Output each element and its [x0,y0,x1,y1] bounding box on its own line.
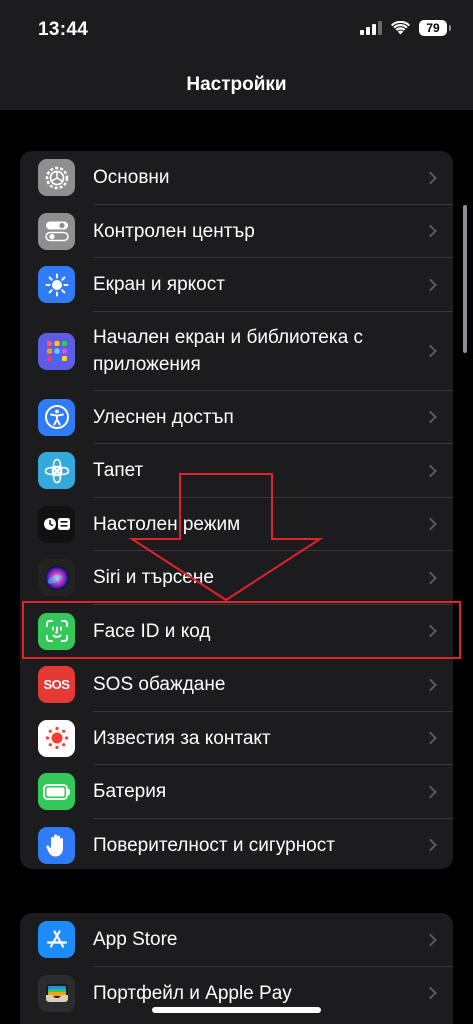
settings-row-control-center[interactable]: Контролен център [20,205,453,258]
sun-icon [38,266,75,304]
face-id-icon [38,612,75,650]
wallet-icon [38,974,75,1012]
sos-icon: SOS [38,666,75,704]
settings-row-label: Поверителност и сигурност [93,834,335,856]
settings-row-label: Face ID и код [93,620,211,642]
settings-row-face-id-passcode[interactable]: Face ID и код [20,605,453,658]
settings-row-label: Начален екран и библиотека с приложения [93,327,363,375]
scroll-indicator[interactable] [463,205,467,353]
settings-row-battery[interactable]: Батерия [20,765,453,819]
status-bar: 13:44 79 [0,0,473,60]
accessibility-icon [38,398,75,436]
exposure-icon [38,719,75,757]
settings-row-label: App Store [93,929,178,951]
battery-indicator: 79 [419,20,451,36]
settings-row-label: Батерия [93,781,167,803]
status-indicators: 79 [360,20,451,36]
navigation-bar: Настройки [0,60,473,110]
status-time: 13:44 [38,19,89,40]
page-title: Настройки [186,74,287,95]
hand-icon [38,826,75,864]
settings-row-label: Улеснен достъп [93,406,234,428]
settings-row-accessibility[interactable]: Улеснен достъп [20,391,453,444]
settings-row-display-brightness[interactable]: Екран и яркост [20,258,453,312]
siri-icon [38,559,75,597]
settings-row-siri-search[interactable]: Siri и търсене [20,551,453,605]
settings-row-label: Контролен център [93,220,255,242]
settings-row-label: SOS обаждане [93,674,226,696]
settings-row-wallpaper[interactable]: Тапет [20,444,453,498]
settings-row-exposure-notifications[interactable]: Известия за контакт [20,712,453,765]
settings-row-app-store[interactable]: App Store [20,913,453,967]
settings-row-privacy-security[interactable]: Поверителност и сигурност [20,819,453,870]
settings-row-label: Настолен режим [93,513,241,535]
settings-row-label: Портфейл и Apple Pay [93,982,292,1004]
app-grid-icon [38,332,75,370]
settings-group-main: Основни Контролен център Екран и яркост … [20,151,453,869]
toggles-icon [38,212,75,250]
app-store-icon [38,921,75,959]
settings-row-label: Тапет [93,460,144,482]
battery-icon [38,773,75,811]
sos-icon-text: SOS [43,677,70,693]
gear-icon [38,159,75,197]
battery-level: 79 [426,21,440,35]
settings-row-general[interactable]: Основни [20,151,453,205]
settings-row-standby[interactable]: Настолен режим [20,498,453,551]
settings-row-label: Siri и търсене [93,567,214,589]
standby-icon [38,505,75,543]
cellular-signal-icon [360,21,382,35]
flower-icon [38,452,75,490]
wifi-icon [391,21,410,35]
home-indicator[interactable] [152,1007,321,1013]
settings-row-home-screen-library[interactable]: Начален екран и библиотека с приложения [20,312,453,391]
settings-row-label: Известия за контакт [93,727,271,749]
settings-row-label: Екран и яркост [93,274,225,296]
settings-row-emergency-sos[interactable]: SOS SOS обаждане [20,658,453,712]
settings-row-label: Основни [93,167,170,189]
